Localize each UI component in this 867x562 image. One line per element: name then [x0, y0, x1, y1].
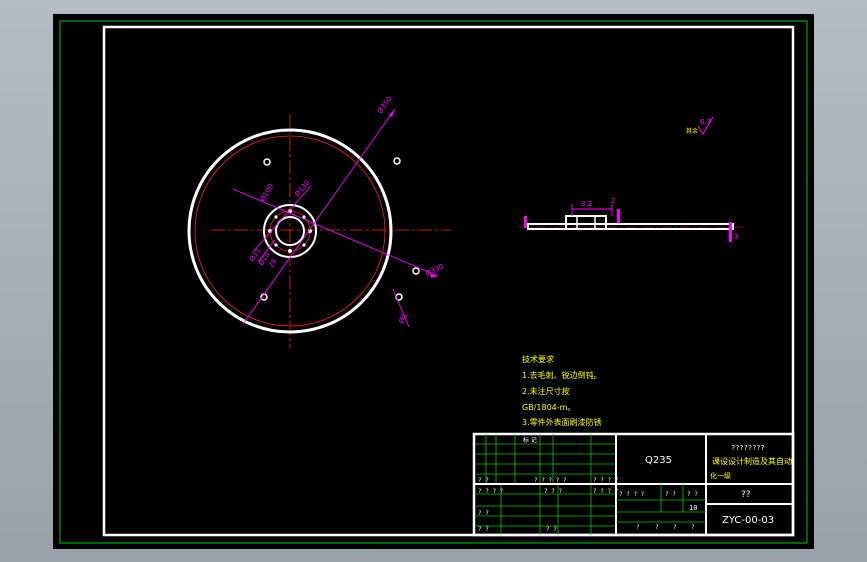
- title-block-cell: ? ? ? ? ?: [534, 477, 567, 484]
- side-dimension-label: 3.2: [581, 200, 592, 208]
- side-plate-body: [527, 223, 734, 230]
- title-block-cell: 10: [689, 504, 697, 512]
- title-block-cell: 标 记: [523, 436, 537, 444]
- rim-hole: [393, 157, 401, 165]
- side-dimension-label: 2: [611, 197, 615, 205]
- notes-line: 1.去毛刺、锐边倒钝。: [522, 370, 602, 380]
- title-block: 标 记 ? ? ? ? ? ? ? ? ? ? ? ? ? ? ? ? ? ? …: [472, 432, 795, 537]
- notes-line: 3.零件外表面刷漆防锈: [522, 417, 602, 427]
- class-name: 化一级: [710, 471, 731, 480]
- hub-hole: [274, 243, 278, 247]
- part-name: ??: [741, 490, 751, 500]
- technical-requirements: 技术要求 1.去毛刺、锐边倒钝。 2.未注尺寸按 GB/1804-m。 3.零件…: [522, 354, 602, 427]
- title-block-cell: ? ? ? ?: [593, 477, 619, 484]
- outer-border: [59, 20, 808, 544]
- dimension-label: Ø350: [376, 95, 393, 115]
- notes-line: GB/1804-m。: [522, 403, 575, 412]
- roughness-value: 6.3: [700, 118, 711, 126]
- major-name: 课设设计制造及其自动: [712, 456, 792, 466]
- notes-line: 2.未注尺寸按: [522, 386, 570, 396]
- title-block-cell: ? ? ?: [544, 488, 562, 495]
- title-block-cell: ?: [673, 524, 677, 531]
- title-block-cell: ? ?: [546, 526, 557, 533]
- rim-hole: [263, 158, 271, 166]
- side-dimension-mark: [617, 209, 620, 223]
- hub-hole: [302, 215, 306, 219]
- drawing-frame: [102, 25, 795, 537]
- material-label: Q235: [645, 455, 672, 466]
- hub-hole: [288, 249, 292, 253]
- plate-top-view: Ø350 Ø330 Ø130 Ø100 Ø11 Ø10 28 Ø8: [187, 95, 451, 349]
- title-block-cell: ? ?: [478, 510, 489, 517]
- side-dimension-mark: [729, 222, 732, 242]
- title-block-cell: ?: [636, 524, 640, 531]
- title-block-cell: ? ?: [687, 491, 698, 498]
- plate-side-view: 3.2 2 3: [518, 197, 743, 242]
- title-block-cell: ? ? ? ?: [478, 488, 504, 495]
- title-block-cell: ? ? ? ?: [593, 488, 619, 495]
- title-block-cell: ? ?: [478, 526, 489, 533]
- drawing-number: ZYC-00-03: [722, 515, 774, 526]
- surface-roughness-symbol: 6.3 其余: [686, 116, 714, 135]
- roughness-note: 其余: [686, 127, 698, 135]
- dimension-label: Ø100: [259, 183, 275, 203]
- hub-hole: [302, 243, 306, 247]
- title-block-cell: ?: [655, 524, 659, 531]
- school-name: ????????: [731, 444, 765, 452]
- title-block-cell: ? ?: [478, 477, 489, 484]
- cad-drawing: Ø350 Ø330 Ø130 Ø100 Ø11 Ø10 28 Ø8 3.2 2 …: [59, 20, 808, 544]
- title-block-cell: ?: [691, 524, 695, 531]
- side-dimension-label: 3: [734, 233, 738, 241]
- title-block-cell: ? ? ? ?: [619, 491, 645, 498]
- notes-heading: 技术要求: [522, 354, 554, 364]
- title-block-cell: ? ?: [665, 491, 676, 498]
- cad-drawing-canvas: Ø350 Ø330 Ø130 Ø100 Ø11 Ø10 28 Ø8 3.2 2 …: [53, 14, 814, 549]
- rim-hole: [412, 267, 420, 275]
- hub-hole: [274, 215, 278, 219]
- side-dimension-mark: [524, 216, 527, 228]
- title-block-approval-grid: [616, 484, 706, 523]
